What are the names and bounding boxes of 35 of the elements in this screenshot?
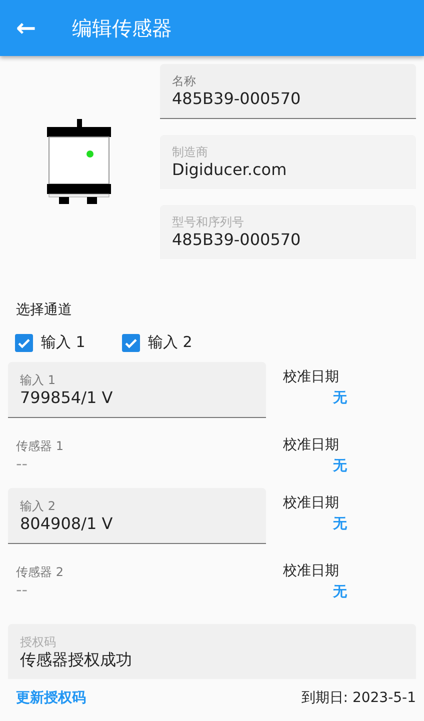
calibration-label: 校准日期 <box>283 562 340 581</box>
calibration-label: 校准日期 <box>283 368 340 387</box>
text-input[interactable]: -- <box>16 580 258 600</box>
field-label: 型号和序列号 <box>172 214 245 230</box>
calibration-value: 无 <box>333 457 348 476</box>
section-title: 选择通道 <box>16 301 73 319</box>
field-value: 485B39-000570 <box>172 89 302 109</box>
field-value: 799854/1 V <box>20 388 114 408</box>
field-label: 名称 <box>172 73 197 89</box>
authorization-field[interactable]: 授权码 传感器授权成功 <box>8 624 416 679</box>
field-label: 传感器 2 <box>16 564 64 580</box>
calibration-label: 校准日期 <box>283 436 340 455</box>
field-label: 传感器 1 <box>16 438 64 454</box>
input-field[interactable]: 输入 2 804908/1 V <box>8 488 266 544</box>
input-field[interactable]: 输入 1 799854/1 V <box>8 362 266 418</box>
page-title: 编辑传感器 <box>72 14 172 42</box>
field-label: 授权码 <box>20 634 57 650</box>
field-value: 485B39-000570 <box>172 230 302 250</box>
checkbox-label: 输入 1 <box>41 333 86 352</box>
field-value: Digiducer.com <box>172 160 288 180</box>
field-label: 输入 1 <box>20 372 56 388</box>
calibration-value: 无 <box>333 389 348 408</box>
calibration-value: 无 <box>333 583 348 602</box>
checkbox-label: 输入 2 <box>148 333 192 352</box>
expiry-date: 到期日: 2023-5-1 <box>301 689 416 707</box>
checkbox[interactable] <box>15 334 33 352</box>
checkbox[interactable] <box>122 334 140 352</box>
calibration-label: 校准日期 <box>283 494 340 513</box>
field-label: 输入 2 <box>20 498 56 514</box>
text-field[interactable]: 名称 485B39-000570 <box>160 64 416 119</box>
calibration-value: 无 <box>333 515 348 534</box>
field-label: 制造商 <box>172 144 209 160</box>
field-value: 传感器授权成功 <box>20 650 133 670</box>
field-value: 804908/1 V <box>20 514 114 534</box>
text-input[interactable]: -- <box>16 454 258 474</box>
